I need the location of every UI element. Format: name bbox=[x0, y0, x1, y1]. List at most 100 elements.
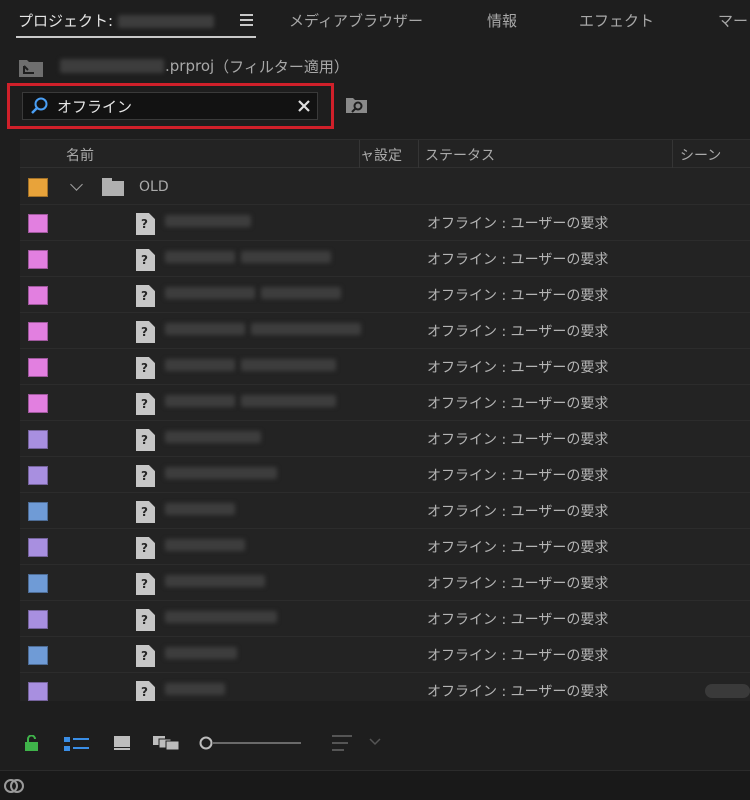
folder-name: OLD bbox=[139, 179, 169, 195]
clip-label-swatch[interactable] bbox=[28, 250, 48, 269]
zoom-slider[interactable] bbox=[199, 736, 303, 750]
folder-up-icon[interactable] bbox=[18, 56, 44, 77]
sort-icon[interactable] bbox=[332, 734, 354, 752]
clip-name-redacted bbox=[165, 287, 347, 303]
clip-name-redacted bbox=[165, 611, 283, 627]
icon-view-icon[interactable] bbox=[113, 735, 131, 751]
offline-file-icon: ? bbox=[136, 501, 155, 523]
clip-row[interactable]: ? オフライン : ユーザーの要求 bbox=[20, 565, 750, 601]
panel-tab-bar: プロジェクト: メディアブラウザー 情報 エフェクト マー bbox=[0, 0, 750, 42]
clip-status: オフライン : ユーザーの要求 bbox=[427, 216, 609, 232]
column-frame-rate[interactable]: ャ設定 bbox=[360, 145, 402, 165]
status-bar bbox=[0, 770, 750, 800]
clip-row[interactable]: ? オフライン : ユーザーの要求 bbox=[20, 493, 750, 529]
offline-file-icon: ? bbox=[136, 249, 155, 271]
clip-row[interactable]: ? オフライン : ユーザーの要求 bbox=[20, 601, 750, 637]
clip-name-redacted bbox=[165, 503, 241, 519]
offline-file-icon: ? bbox=[136, 609, 155, 631]
offline-file-icon: ? bbox=[136, 213, 155, 235]
clip-label-swatch[interactable] bbox=[28, 322, 48, 341]
project-file-name: .prproj （フィルター適用） bbox=[60, 56, 349, 77]
clip-label-swatch[interactable] bbox=[28, 502, 48, 521]
column-scene[interactable]: シーン bbox=[680, 145, 721, 165]
find-in-bin-icon[interactable] bbox=[345, 96, 369, 114]
offline-file-icon: ? bbox=[136, 645, 155, 667]
clip-label-swatch[interactable] bbox=[28, 646, 48, 665]
offline-file-icon: ? bbox=[136, 429, 155, 451]
creative-cloud-icon[interactable] bbox=[3, 777, 25, 795]
chevron-down-icon[interactable] bbox=[369, 738, 381, 746]
column-status[interactable]: ステータス bbox=[425, 145, 495, 165]
freeform-view-icon[interactable] bbox=[152, 735, 180, 751]
search-icon bbox=[31, 97, 48, 114]
project-filter-note: （フィルター適用） bbox=[214, 57, 349, 76]
tab-media-browser[interactable]: メディアブラウザー bbox=[289, 10, 423, 31]
offline-file-icon: ? bbox=[136, 573, 155, 595]
column-name[interactable]: 名前 bbox=[66, 145, 94, 165]
clip-status: オフライン : ユーザーの要求 bbox=[427, 252, 609, 268]
folder-row[interactable]: OLD bbox=[20, 169, 750, 205]
clip-status: オフライン : ユーザーの要求 bbox=[427, 288, 609, 304]
clip-status: オフライン : ユーザーの要求 bbox=[427, 576, 609, 592]
project-list-panel: 名前 ャ設定 ステータス シーン OLD ? オフライン : ユーザーの要求? オフ… bbox=[20, 139, 750, 701]
search-field[interactable] bbox=[22, 92, 318, 120]
chevron-down-icon[interactable] bbox=[70, 178, 83, 191]
clip-row[interactable]: ? オフライン : ユーザーの要求 bbox=[20, 673, 750, 701]
clip-label-swatch[interactable] bbox=[28, 466, 48, 485]
clip-label-swatch[interactable] bbox=[28, 574, 48, 593]
active-tab-underline bbox=[16, 36, 256, 38]
clip-label-swatch[interactable] bbox=[28, 610, 48, 629]
clip-row[interactable]: ? オフライン : ユーザーの要求 bbox=[20, 349, 750, 385]
clip-row[interactable]: ? オフライン : ユーザーの要求 bbox=[20, 385, 750, 421]
offline-file-icon: ? bbox=[136, 681, 155, 701]
clip-label-swatch[interactable] bbox=[28, 394, 48, 413]
clip-label-swatch[interactable] bbox=[28, 214, 48, 233]
clip-status: オフライン : ユーザーの要求 bbox=[427, 468, 609, 484]
clip-status: オフライン : ユーザーの要求 bbox=[427, 684, 609, 700]
bottom-toolbar bbox=[0, 708, 750, 770]
clip-status: オフライン : ユーザーの要求 bbox=[427, 540, 609, 556]
panel-menu-icon[interactable] bbox=[240, 14, 253, 26]
tab-info[interactable]: 情報 bbox=[487, 10, 517, 31]
clip-row[interactable]: ? オフライン : ユーザーの要求 bbox=[20, 313, 750, 349]
project-name-redacted bbox=[117, 15, 214, 28]
offline-file-icon: ? bbox=[136, 393, 155, 415]
clip-row[interactable]: ? オフライン : ユーザーの要求 bbox=[20, 637, 750, 673]
clip-name-redacted bbox=[165, 647, 243, 663]
clip-row[interactable]: ? オフライン : ユーザーの要求 bbox=[20, 241, 750, 277]
clip-name-redacted bbox=[165, 215, 257, 231]
list-header: 名前 ャ設定 ステータス シーン bbox=[20, 140, 750, 168]
offline-file-icon: ? bbox=[136, 357, 155, 379]
folder-label-swatch[interactable] bbox=[28, 178, 48, 197]
tab-project[interactable]: プロジェクト: bbox=[18, 10, 214, 31]
clip-label-swatch[interactable] bbox=[28, 430, 48, 449]
folder-icon bbox=[102, 178, 124, 196]
clip-name-redacted bbox=[165, 359, 342, 375]
project-name-redacted bbox=[60, 59, 164, 73]
clip-status: オフライン : ユーザーの要求 bbox=[427, 504, 609, 520]
clip-status: オフライン : ユーザーの要求 bbox=[427, 324, 609, 340]
clip-row[interactable]: ? オフライン : ユーザーの要求 bbox=[20, 277, 750, 313]
clip-name-redacted bbox=[165, 467, 283, 483]
clip-row[interactable]: ? オフライン : ユーザーの要求 bbox=[20, 421, 750, 457]
clip-row[interactable]: ? オフライン : ユーザーの要求 bbox=[20, 205, 750, 241]
clip-label-swatch[interactable] bbox=[28, 538, 48, 557]
clip-label-swatch[interactable] bbox=[28, 358, 48, 377]
tab-markers[interactable]: マー bbox=[718, 10, 748, 31]
clip-row[interactable]: ? オフライン : ユーザーの要求 bbox=[20, 457, 750, 493]
clip-status: オフライン : ユーザーの要求 bbox=[427, 648, 609, 664]
offline-file-icon: ? bbox=[136, 537, 155, 559]
horizontal-scrollbar[interactable] bbox=[705, 684, 750, 698]
lock-icon[interactable] bbox=[24, 735, 39, 751]
clip-row[interactable]: ? オフライン : ユーザーの要求 bbox=[20, 529, 750, 565]
clip-label-swatch[interactable] bbox=[28, 286, 48, 305]
clip-name-redacted bbox=[165, 539, 251, 555]
clip-label-swatch[interactable] bbox=[28, 682, 48, 701]
clip-status: オフライン : ユーザーの要求 bbox=[427, 360, 609, 376]
tab-effects[interactable]: エフェクト bbox=[579, 10, 654, 31]
clip-name-redacted bbox=[165, 395, 342, 411]
search-input[interactable] bbox=[51, 97, 297, 115]
clip-name-redacted bbox=[165, 431, 267, 447]
clear-search-icon[interactable] bbox=[297, 99, 311, 113]
list-view-icon[interactable] bbox=[64, 736, 90, 752]
